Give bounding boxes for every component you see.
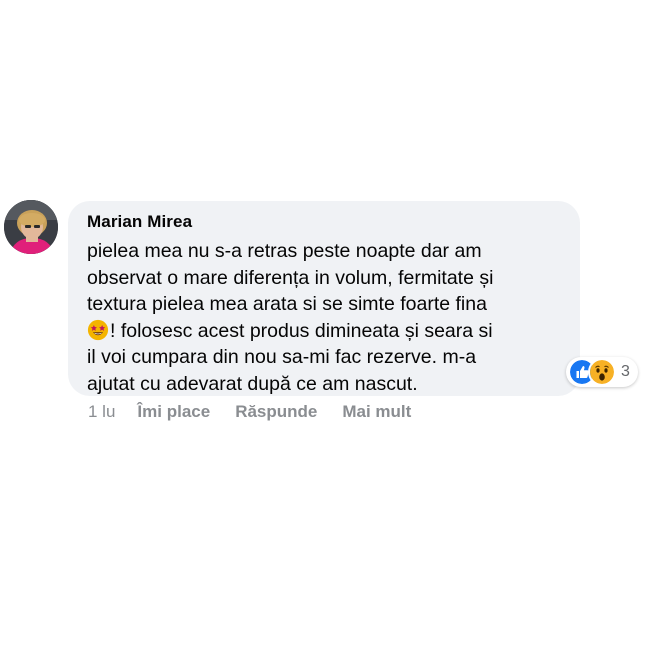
reaction-count: 3 (621, 363, 630, 380)
comment-line-with-emoji: ! folosesc acest produs dimineata și sea… (87, 318, 567, 345)
like-button[interactable]: Îmi place (137, 402, 210, 422)
comment-bubble: Marian Mirea pielea mea nu s-a retras pe… (68, 201, 580, 396)
comment-timestamp[interactable]: 1 lu (88, 402, 115, 422)
comment-line: observat o mare diferența in volum, ferm… (87, 266, 494, 289)
comment-author[interactable]: Marian Mirea (87, 211, 562, 233)
reactions-summary[interactable]: 3 (566, 357, 638, 387)
wow-icon (588, 358, 616, 386)
more-button[interactable]: Mai mult (342, 402, 411, 422)
comment-line-text: ! folosesc acest produs dimineata și sea… (110, 319, 493, 342)
avatar[interactable] (4, 200, 58, 254)
comment-line: ajutat cu adevarat după ce am nascut. (87, 372, 418, 395)
star-struck-emoji-icon (87, 319, 109, 340)
comment-text: pielea mea nu s-a retras peste noapte da… (87, 238, 567, 397)
comment-screen: Marian Mirea pielea mea nu s-a retras pe… (0, 0, 650, 650)
comment-line: pielea mea nu s-a retras peste noapte da… (87, 240, 482, 262)
comment-line: textura pielea mea arata si se simte foa… (87, 293, 487, 315)
comment-line: il voi cumpara din nou sa-mi fac rezerve… (87, 346, 477, 368)
reply-button[interactable]: Răspunde (235, 402, 317, 422)
avatar-image (4, 200, 58, 254)
comment-actions: 1 lu Îmi place Răspunde Mai mult (88, 402, 436, 422)
